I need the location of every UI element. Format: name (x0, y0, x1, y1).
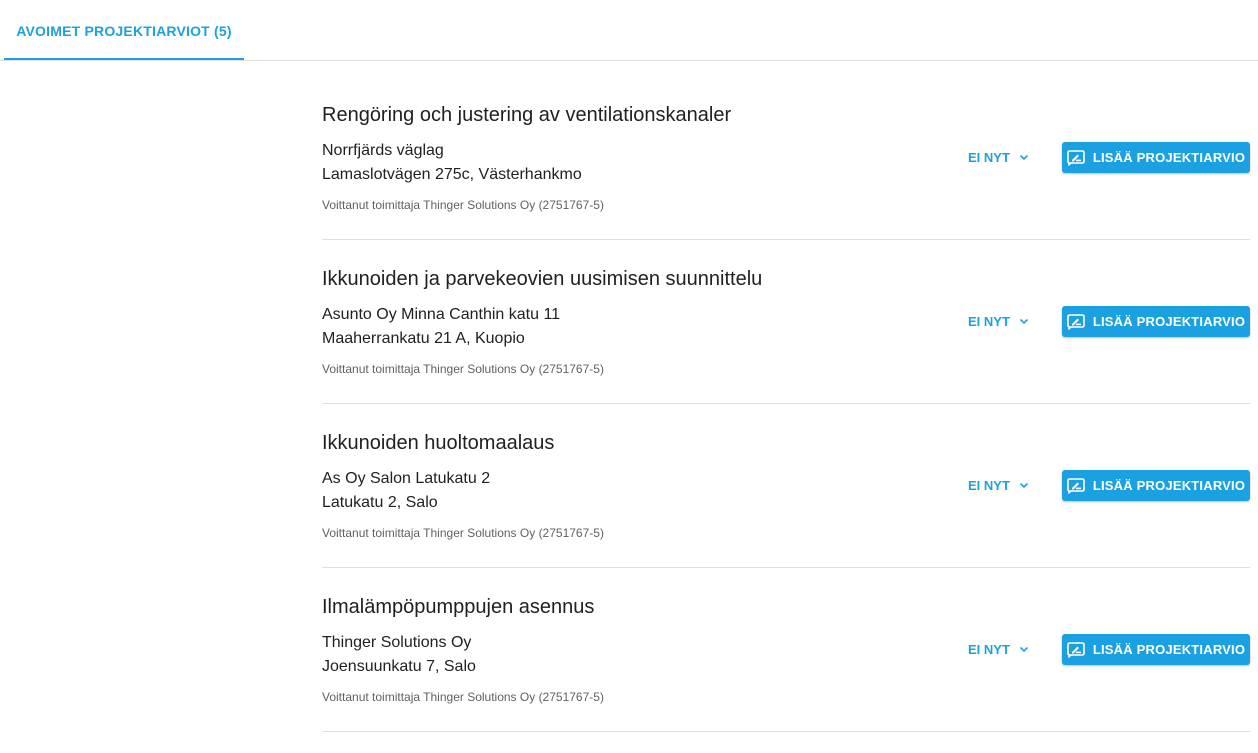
project-title: Ikkunoiden ja parvekeovien uusimisen suu… (322, 268, 763, 290)
not-now-label: EI NYT (968, 477, 1010, 493)
add-project-review-label: LISÄÄ PROJEKTIARVIO (1092, 150, 1246, 165)
not-now-label: EI NYT (968, 641, 1010, 657)
project-organization: Thinger Solutions Oy (322, 634, 472, 651)
project-organization: Norrfjärds väglag (322, 142, 444, 159)
rate-review-icon (1067, 313, 1085, 330)
not-now-label: EI NYT (968, 313, 1010, 329)
add-project-review-label: LISÄÄ PROJEKTIARVIO (1092, 478, 1246, 493)
tab-label: AVOIMET PROJEKTIARVIOT (5) (16, 22, 232, 39)
chevron-down-icon (1019, 482, 1028, 489)
tab-active-indicator (4, 58, 244, 60)
project-winner: Voittanut toimittaja Thinger Solutions O… (322, 526, 604, 540)
project-winner: Voittanut toimittaja Thinger Solutions O… (322, 198, 604, 212)
project-address: Latukatu 2, Salo (322, 494, 438, 511)
project-card: Rengöring och justering av ventilationsk… (322, 76, 1250, 240)
not-now-dropdown[interactable]: EI NYT (968, 638, 1030, 660)
project-list: Rengöring och justering av ventilationsk… (322, 76, 1250, 732)
chevron-down-icon (1019, 318, 1028, 325)
add-project-review-button[interactable]: LISÄÄ PROJEKTIARVIO (1062, 142, 1250, 173)
chevron-down-icon (1019, 154, 1028, 161)
project-title: Ikkunoiden huoltomaalaus (322, 432, 555, 454)
tab-open-project-reviews[interactable]: AVOIMET PROJEKTIARVIOT (5) (4, 0, 244, 61)
chevron-down-icon (1019, 646, 1028, 653)
project-winner: Voittanut toimittaja Thinger Solutions O… (322, 690, 604, 704)
project-address: Maaherrankatu 21 A, Kuopio (322, 330, 525, 347)
not-now-dropdown[interactable]: EI NYT (968, 310, 1030, 332)
project-address: Joensuunkatu 7, Salo (322, 658, 476, 675)
project-organization: Asunto Oy Minna Canthin katu 11 (322, 306, 561, 323)
add-project-review-button[interactable]: LISÄÄ PROJEKTIARVIO (1062, 470, 1250, 501)
not-now-dropdown[interactable]: EI NYT (968, 146, 1030, 168)
not-now-label: EI NYT (968, 149, 1010, 165)
rate-review-icon (1067, 149, 1085, 166)
project-winner: Voittanut toimittaja Thinger Solutions O… (322, 362, 604, 376)
add-project-review-label: LISÄÄ PROJEKTIARVIO (1092, 642, 1246, 657)
tab-bar: AVOIMET PROJEKTIARVIOT (5) (0, 0, 1258, 61)
project-organization: As Oy Salon Latukatu 2 (322, 470, 491, 487)
add-project-review-button[interactable]: LISÄÄ PROJEKTIARVIO (1062, 634, 1250, 665)
rate-review-icon (1067, 641, 1085, 658)
project-title: Ilmalämpöpumppujen asennus (322, 596, 595, 618)
project-card: Ikkunoiden ja parvekeovien uusimisen suu… (322, 240, 1250, 404)
not-now-dropdown[interactable]: EI NYT (968, 474, 1030, 496)
project-card: Ikkunoiden huoltomaalaus As Oy Salon Lat… (322, 404, 1250, 568)
add-project-review-button[interactable]: LISÄÄ PROJEKTIARVIO (1062, 306, 1250, 337)
project-card: Ilmalämpöpumppujen asennus Thinger Solut… (322, 568, 1250, 732)
project-title: Rengöring och justering av ventilationsk… (322, 104, 732, 126)
project-address: Lamaslotvägen 275c, Västerhankmo (322, 166, 582, 183)
add-project-review-label: LISÄÄ PROJEKTIARVIO (1092, 314, 1246, 329)
rate-review-icon (1067, 477, 1085, 494)
